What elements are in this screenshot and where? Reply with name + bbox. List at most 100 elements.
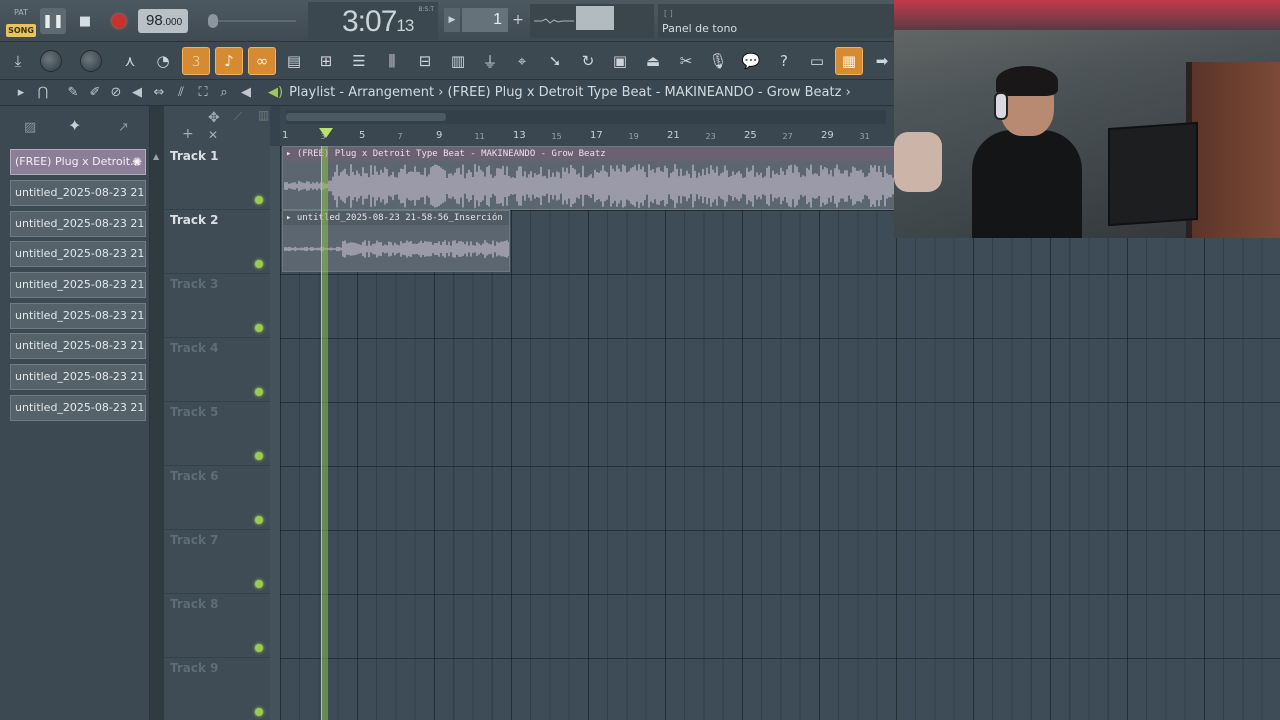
horizontal-scrollbar[interactable]: [286, 110, 886, 124]
hint-bracket-icon: [ ]: [664, 9, 673, 18]
slide-icon[interactable]: ⟋: [234, 110, 242, 124]
headphones-icon: [994, 92, 1008, 120]
keyboard-icon[interactable]: ▦: [835, 47, 863, 75]
picker-icon[interactable]: ▨: [24, 120, 36, 135]
microphone-icon[interactable]: 🎙: [704, 47, 732, 75]
timeline-ruler[interactable]: 1 5 9 13 17 21 25 29 3 7 11 15 19 23 27 31: [280, 106, 894, 146]
master-volume-knob[interactable]: [37, 47, 65, 75]
mixer-icon[interactable]: ⫼: [378, 47, 406, 75]
metronome-icon[interactable]: ⋏: [116, 47, 144, 75]
track-divider[interactable]: [270, 146, 280, 720]
automation-icon[interactable]: ↗: [118, 120, 129, 135]
track-enable-led[interactable]: [255, 260, 263, 268]
track-header[interactable]: Track 2: [164, 210, 270, 274]
save-icon[interactable]: ▣: [606, 47, 634, 75]
track-header[interactable]: Track 3: [164, 274, 270, 338]
plugin-picker-icon[interactable]: ⏚: [476, 47, 504, 75]
browser-scrollbar[interactable]: ▲: [150, 106, 164, 720]
play-triangle-icon[interactable]: ▶: [444, 8, 460, 32]
master-pitch-slider[interactable]: [206, 14, 296, 28]
track-enable-led[interactable]: [255, 708, 263, 716]
browser-icon[interactable]: ⌖: [508, 47, 536, 75]
audio-clip-icon[interactable]: ✦: [68, 116, 81, 135]
track-enable-led[interactable]: [255, 324, 263, 332]
track-header[interactable]: Track 8: [164, 594, 270, 658]
slip-icon[interactable]: ⇔: [150, 84, 168, 102]
playhead-marker-icon[interactable]: [319, 128, 333, 138]
browser-clip-item[interactable]: untitled_2025-08-23 21...: [10, 364, 146, 390]
track-enable-led[interactable]: [255, 516, 263, 524]
master-pitch-knob[interactable]: [77, 47, 105, 75]
zoom-vertical-icon[interactable]: ✥: [208, 110, 220, 126]
tempo-tapper-icon[interactable]: ◔: [149, 47, 177, 75]
menu-triangle-icon[interactable]: ▸: [12, 84, 30, 102]
typing-keyboard-icon[interactable]: ♪: [215, 47, 243, 75]
breadcrumb-end-arrow[interactable]: ›: [846, 85, 851, 100]
pat-song-toggle[interactable]: PAT SONG: [6, 6, 36, 37]
track-enable-led[interactable]: [255, 452, 263, 460]
step-edit-icon[interactable]: ⊞: [312, 47, 340, 75]
track-enable-led[interactable]: [255, 644, 263, 652]
track-header[interactable]: Track 5: [164, 402, 270, 466]
snap-to-grid-icon[interactable]: 𝟹: [182, 47, 210, 75]
loop-record-icon[interactable]: ∞: [248, 47, 276, 75]
mute-icon[interactable]: ◀: [128, 84, 146, 102]
window-icon[interactable]: ▭: [803, 47, 831, 75]
tempo-display[interactable]: 98.000: [138, 9, 188, 33]
help-icon[interactable]: ?: [770, 47, 798, 75]
magnet-snap-icon[interactable]: ⋂: [34, 84, 52, 102]
audio-clip[interactable]: ▸ (FREE) Plug x Detroit Type Beat - MAKI…: [282, 146, 902, 210]
browser-clip-item[interactable]: untitled_2025-08-23 21...: [10, 303, 146, 329]
track-header[interactable]: Track 1: [164, 146, 270, 210]
song-time-display[interactable]: 3:0713 B:S:T: [308, 2, 438, 40]
slider-thumb[interactable]: [208, 14, 218, 28]
arrow-icon[interactable]: ➘: [541, 47, 569, 75]
paint-brush-icon[interactable]: ✐: [86, 84, 104, 102]
channel-rack-icon[interactable]: ⊟: [411, 47, 439, 75]
pattern-selector[interactable]: ▶ 1 +: [444, 8, 524, 32]
playlist-icon[interactable]: ☰: [345, 47, 373, 75]
record-button[interactable]: [106, 8, 132, 34]
cut-icon[interactable]: ✂: [672, 47, 700, 75]
grid-icon[interactable]: ▥: [258, 108, 269, 122]
browser-clip-item[interactable]: untitled_2025-08-23 21...: [10, 395, 146, 421]
render-icon[interactable]: ⏏: [639, 47, 667, 75]
browser-clip-item[interactable]: untitled_2025-08-23 21...: [10, 333, 146, 359]
browser-clip-item[interactable]: untitled_2025-08-23 21...: [10, 180, 146, 206]
close-icon[interactable]: ✕: [208, 128, 218, 142]
delete-icon[interactable]: ⊘: [107, 84, 125, 102]
ruler-tick-label: 11: [474, 132, 485, 141]
playback-icon[interactable]: ◀: [237, 84, 255, 102]
add-pattern-icon[interactable]: +: [510, 8, 526, 32]
track-enable-led[interactable]: [255, 196, 263, 204]
download-icon[interactable]: ⤓: [4, 47, 32, 75]
playhead-line[interactable]: [321, 146, 328, 720]
browser-clip-item[interactable]: untitled_2025-08-23 21...: [10, 272, 146, 298]
pause-button[interactable]: ❚❚: [40, 8, 66, 34]
pencil-icon[interactable]: ✎: [64, 84, 82, 102]
scroll-up-icon[interactable]: ▲: [153, 152, 159, 161]
browser-clip-item[interactable]: untitled_2025-08-23 21...: [10, 211, 146, 237]
audio-clip[interactable]: ▸ untitled_2025-08-23 21-58-56_Inserción…: [282, 210, 510, 272]
blend-notes-icon[interactable]: ▤: [280, 47, 308, 75]
track-header[interactable]: Track 4: [164, 338, 270, 402]
chat-icon[interactable]: 💬: [737, 47, 765, 75]
browser-clip-item[interactable]: (FREE) Plug x Detroit... ✺: [10, 149, 146, 175]
track-header[interactable]: Track 7: [164, 530, 270, 594]
scroll-thumb[interactable]: [286, 113, 446, 121]
piano-roll-icon[interactable]: ▥: [444, 47, 472, 75]
speaker-icon[interactable]: ◀): [268, 85, 283, 100]
track-header[interactable]: Track 9: [164, 658, 270, 720]
browser-clip-item[interactable]: untitled_2025-08-23 21...: [10, 241, 146, 267]
zoom-icon[interactable]: ⌕: [215, 84, 233, 102]
next-arrow-icon[interactable]: ➡: [868, 47, 896, 75]
select-icon[interactable]: ⛶: [194, 84, 212, 102]
pattern-name[interactable]: (FREE) Plug x Detroit Type Beat - MAKINE…: [448, 85, 842, 100]
track-header[interactable]: Track 6: [164, 466, 270, 530]
add-track-icon[interactable]: +: [182, 126, 194, 142]
track-enable-led[interactable]: [255, 580, 263, 588]
undo-history-icon[interactable]: ↻: [574, 47, 602, 75]
slice-icon[interactable]: ⫽: [172, 84, 190, 102]
stop-button[interactable]: ■: [72, 8, 98, 34]
track-enable-led[interactable]: [255, 388, 263, 396]
